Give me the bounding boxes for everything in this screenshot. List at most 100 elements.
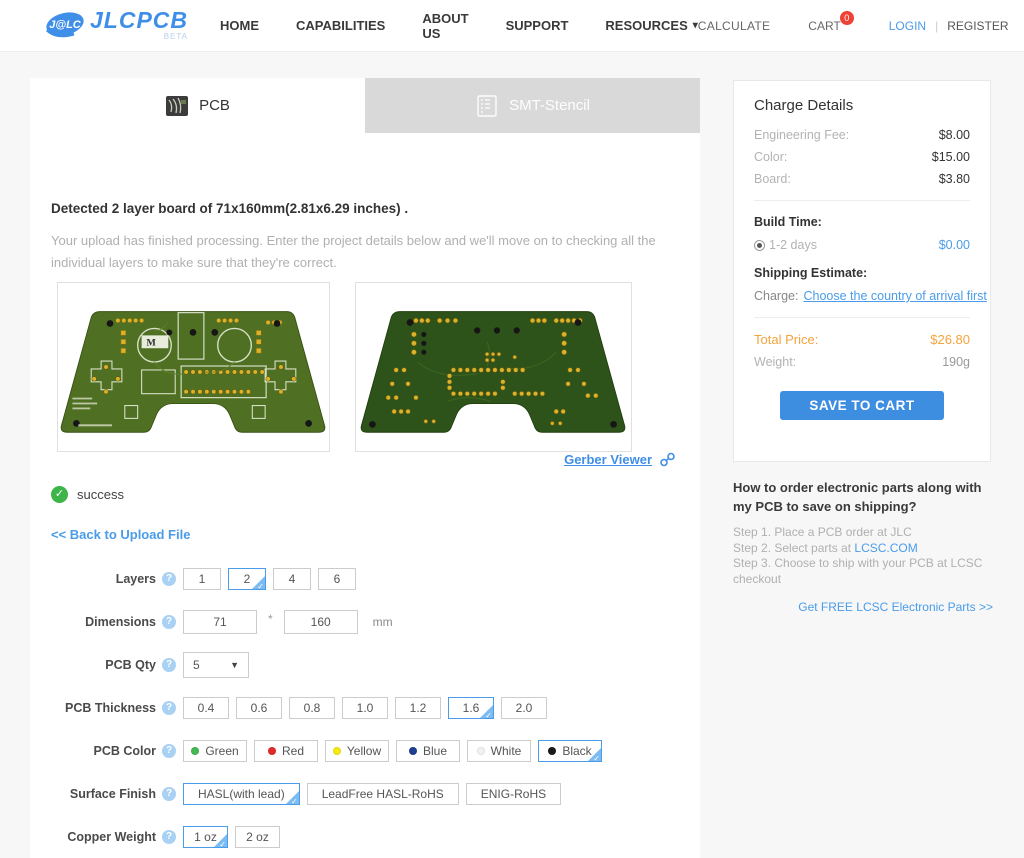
back-to-upload-link[interactable]: << Back to Upload File (51, 527, 190, 542)
layers-option[interactable]: 4 (273, 568, 311, 590)
surface-finish-option[interactable]: LeadFree HASL-RoHS (306, 783, 459, 805)
surface-finish-option[interactable]: ENIG-RoHS (465, 783, 562, 805)
dimension-unit: mm (372, 615, 393, 629)
qty-value: 5 (193, 658, 200, 672)
help-icon[interactable] (162, 830, 176, 844)
upload-note: Your upload has finished processing. Ent… (51, 233, 656, 270)
color-option[interactable]: White (467, 740, 531, 762)
build-time-label: Build Time: (754, 215, 822, 229)
tab-smt-stencil[interactable]: SMT-Stencil (365, 78, 700, 133)
lcsc-link[interactable]: LCSC.COM (854, 541, 917, 555)
nav-item[interactable]: SUPPORT ▾ (506, 18, 569, 33)
help-icon[interactable] (162, 572, 176, 586)
nav-item[interactable]: HOME ▾ (220, 18, 259, 33)
register-link[interactable]: REGISTER (947, 19, 1008, 33)
thickness-option[interactable]: 1.2 (395, 697, 441, 719)
thickness-option[interactable]: 2.0 (501, 697, 547, 719)
help-icon[interactable] (162, 615, 176, 629)
thickness-option[interactable]: 1.6 (448, 697, 494, 720)
color-option[interactable]: Green (183, 740, 247, 762)
color-dot (267, 747, 276, 755)
chevron-down-icon: ▼ (230, 660, 239, 670)
surface-finish-label: Surface Finish (69, 787, 156, 801)
nav-item[interactable]: ABOUT US ▾ (422, 11, 468, 41)
page: J@LC JLCPCB BETA HOME ▾ CAPABILITIES ▾ A… (0, 0, 1024, 858)
login-link[interactable]: LOGIN (889, 19, 926, 33)
copper-weight-row: Copper Weight 1 oz 2 oz (30, 826, 700, 849)
thickness-option[interactable]: 0.6 (236, 697, 282, 719)
nav-item[interactable]: CAPABILITIES ▾ (296, 18, 385, 33)
total-price-row: Total Price: $26.80 (754, 332, 970, 347)
pcb-front-preview: M (57, 282, 330, 452)
layers-option[interactable]: 6 (318, 568, 356, 590)
thickness-option[interactable]: 0.8 (289, 697, 335, 719)
tab-pcb[interactable]: PCB (30, 78, 365, 133)
jlcpcb-logo[interactable]: J@LC JLCPCB BETA (44, 8, 188, 43)
layers-label: Layers (115, 572, 156, 586)
thickness-options: 0.4 0.6 0.8 1.0 1.2 1.6 2.0 (183, 697, 547, 720)
upload-status-row: ✓ success (51, 486, 124, 503)
link-icon[interactable] (659, 452, 676, 467)
layers-options: 1246 (183, 568, 356, 591)
auth-separator: | (935, 18, 939, 33)
choose-country-link[interactable]: Choose the country of arrival first (803, 289, 986, 303)
detected-board-text: Detected 2 layer board of 71x160mm(2.81x… (51, 201, 409, 216)
copper-weight-label: Copper Weight (67, 830, 156, 844)
dimension-width-input[interactable] (183, 610, 257, 634)
shipping-estimate-label: Shipping Estimate: (754, 266, 868, 280)
svg-text:M: M (147, 337, 157, 348)
thickness-option[interactable]: 0.4 (183, 697, 229, 719)
layers-option[interactable]: 2 (228, 568, 266, 591)
save-to-cart-button[interactable]: SAVE TO CART (780, 391, 944, 420)
top-navbar: J@LC JLCPCB BETA HOME ▾ CAPABILITIES ▾ A… (0, 0, 1024, 52)
build-time-radio[interactable]: 1-2 days (754, 238, 817, 252)
build-time-row: 1-2 days $0.00 (754, 238, 970, 252)
color-option[interactable]: Blue (396, 740, 460, 762)
nav-item[interactable]: RESOURCES ▾ (605, 18, 697, 33)
copper-weight-option[interactable]: 2 oz (235, 826, 280, 848)
qty-select[interactable]: 5 ▼ (183, 652, 249, 678)
lcsc-promo: How to order electronic parts along with… (733, 478, 993, 614)
promo-step-2: Step 2. Select parts at LCSC.COM (733, 540, 918, 555)
calculate-link[interactable]: CALCULATE (698, 19, 771, 33)
color-dot (548, 747, 557, 755)
help-icon[interactable] (162, 701, 176, 715)
thickness-option[interactable]: 1.0 (342, 697, 388, 719)
pcb-options-form: Layers 1246 Dimensions * mm (30, 568, 700, 858)
charge-details-title: Charge Details (754, 97, 854, 114)
cart-count-badge: 0 (839, 10, 854, 25)
color-option[interactable]: Red (254, 740, 318, 762)
help-icon[interactable] (162, 658, 176, 672)
color-dot (332, 747, 341, 755)
charge-details-card: Charge Details Engineering Fee: $8.00 Co… (733, 80, 991, 462)
surface-finish-options: HASL(with lead) LeadFree HASL-RoHS ENIG-Ro… (183, 783, 562, 806)
help-icon[interactable] (162, 787, 176, 801)
promo-step-3: Step 3. Choose to ship with your PCB at … (733, 556, 983, 586)
weight-label: Weight: (754, 355, 797, 369)
color-dot (476, 747, 485, 755)
surface-finish-option[interactable]: HASL(with lead) (183, 783, 300, 806)
qty-label: PCB Qty (105, 658, 156, 672)
divider (754, 200, 970, 201)
thickness-row: PCB Thickness 0.4 0.6 0.8 1.0 1.2 1.6 2.0 (30, 697, 700, 720)
dimension-height-input[interactable] (283, 610, 358, 634)
color-label: PCB Color (93, 744, 157, 758)
help-icon[interactable] (162, 744, 176, 758)
color-row: PCB Color Green Red Yellow Blue (30, 740, 700, 763)
color-option[interactable]: Black (538, 740, 602, 763)
get-free-parts-link[interactable]: Get FREE LCSC Electronic Parts >> (733, 600, 993, 614)
fee-row: Engineering Fee: $8.00 (754, 128, 970, 142)
pcb-tab-icon (166, 95, 189, 116)
color-option[interactable]: Yellow (325, 740, 389, 762)
promo-step-1: Step 1. Place a PCB order at JLC (733, 525, 912, 539)
product-tabs: PCB SMT-Stencil (30, 78, 700, 133)
build-time-price: $0.00 (938, 238, 970, 252)
promo-title: How to order electronic parts along with… (733, 480, 982, 514)
layers-option[interactable]: 1 (183, 568, 221, 590)
gerber-viewer-row: Gerber Viewer (564, 452, 676, 467)
gerber-viewer-link[interactable]: Gerber Viewer (564, 452, 652, 467)
pcb-back-preview (355, 282, 632, 452)
copper-weight-option[interactable]: 1 oz (183, 826, 228, 849)
pcb-back-image (360, 311, 626, 433)
cart-link[interactable]: CART 0 (808, 10, 854, 33)
